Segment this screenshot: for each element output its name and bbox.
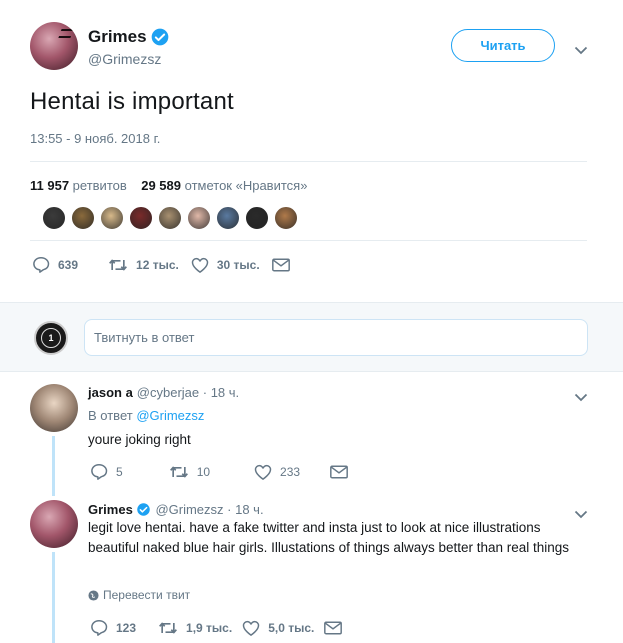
retweet-stat[interactable]: 11 957 ретвитов <box>30 178 127 193</box>
envelope-icon <box>330 465 348 478</box>
heart-icon <box>254 464 272 480</box>
heart-icon <box>242 620 260 636</box>
author-name[interactable]: Grimes <box>88 27 147 47</box>
verified-badge-icon <box>137 503 151 516</box>
like-button[interactable]: 30 тыс. <box>191 257 260 273</box>
author-handle[interactable]: @Grimezsz <box>88 51 161 67</box>
thread-connector <box>52 436 55 496</box>
reply-text: legit love hentai. have a fake twitter a… <box>88 520 570 555</box>
direct-message-button[interactable] <box>324 621 343 635</box>
like-stat[interactable]: 29 589 отметок «Нравится» <box>141 178 307 193</box>
envelope-icon <box>271 258 290 271</box>
tweet-stats: 11 957 ретвитов 29 589 отметок «Нравится… <box>30 178 307 193</box>
liker-avatar[interactable] <box>158 206 182 230</box>
liker-avatar[interactable] <box>129 206 153 230</box>
reply-button[interactable]: 123 <box>90 619 136 636</box>
liker-avatar[interactable] <box>71 206 95 230</box>
liker-avatar[interactable] <box>245 206 269 230</box>
retweet-button[interactable]: 10 <box>169 464 210 480</box>
retweet-icon <box>109 259 127 270</box>
translate-tweet-link[interactable]: Перевести твит <box>88 588 190 602</box>
reply-input[interactable] <box>84 319 588 356</box>
reply-button[interactable]: 639 <box>32 256 78 273</box>
reply-icon <box>91 464 108 480</box>
direct-message-button[interactable] <box>330 465 348 479</box>
reply-icon <box>91 620 108 636</box>
reply-header: Grimes @Grimezsz · 18 ч. <box>88 502 264 517</box>
author-avatar[interactable] <box>30 22 78 70</box>
likers-avatar-list <box>42 206 298 230</box>
retweet-icon <box>169 466 188 477</box>
reply-author-handle[interactable]: @Grimezsz <box>155 502 223 517</box>
in-reply-to: В ответ @Grimezsz <box>88 408 205 423</box>
follow-button[interactable]: Читать <box>451 29 555 62</box>
divider <box>30 240 587 241</box>
in-reply-handle-link[interactable]: @Grimezsz <box>136 408 204 423</box>
reply-button[interactable]: 5 <box>90 463 123 480</box>
retweet-button[interactable]: 1,9 тыс. <box>158 620 232 636</box>
divider <box>30 161 587 162</box>
reply-time[interactable]: · 18 ч. <box>227 502 263 517</box>
chevron-down-icon[interactable] <box>574 42 588 60</box>
reply-icon <box>33 257 50 273</box>
tweet-timestamp[interactable]: 13:55 - 9 нояб. 2018 г. <box>30 131 160 146</box>
reply-text: youre joking right <box>88 432 191 447</box>
direct-message-button[interactable] <box>271 258 290 272</box>
reply-author-name[interactable]: jason a <box>88 385 133 400</box>
like-button[interactable]: 5,0 тыс. <box>242 620 314 636</box>
liker-avatar[interactable] <box>187 206 211 230</box>
chevron-down-icon[interactable] <box>574 389 588 407</box>
liker-avatar[interactable] <box>100 206 124 230</box>
like-button[interactable]: 233 <box>254 464 300 480</box>
verified-badge-icon <box>150 27 170 47</box>
reply-author-name[interactable]: Grimes <box>88 502 133 517</box>
reply-actions: 123 1,9 тыс. 5,0 тыс. <box>90 619 343 636</box>
reply-time[interactable]: · 18 ч. <box>203 385 239 400</box>
tweet-actions: 639 12 тыс. 30 тыс. <box>32 256 290 273</box>
heart-icon <box>191 257 209 273</box>
liker-avatar[interactable] <box>42 206 66 230</box>
envelope-icon <box>324 621 343 634</box>
thread-connector <box>52 552 55 643</box>
reply-avatar[interactable] <box>30 500 78 548</box>
liker-avatar[interactable] <box>274 206 298 230</box>
reply-composer: 1 <box>0 302 623 372</box>
reply-avatar[interactable] <box>30 384 78 432</box>
user-avatar[interactable]: 1 <box>34 321 68 355</box>
retweet-icon <box>159 622 177 633</box>
reply-header: jason a @cyberjae · 18 ч. <box>88 385 239 400</box>
liker-avatar[interactable] <box>216 206 240 230</box>
tweet-text: Hentai is important <box>30 88 234 115</box>
reply-author-handle[interactable]: @cyberjae <box>137 385 199 400</box>
reply-actions: 5 10 233 <box>90 463 348 480</box>
globe-icon <box>88 589 99 601</box>
retweet-button[interactable]: 12 тыс. <box>108 257 179 273</box>
